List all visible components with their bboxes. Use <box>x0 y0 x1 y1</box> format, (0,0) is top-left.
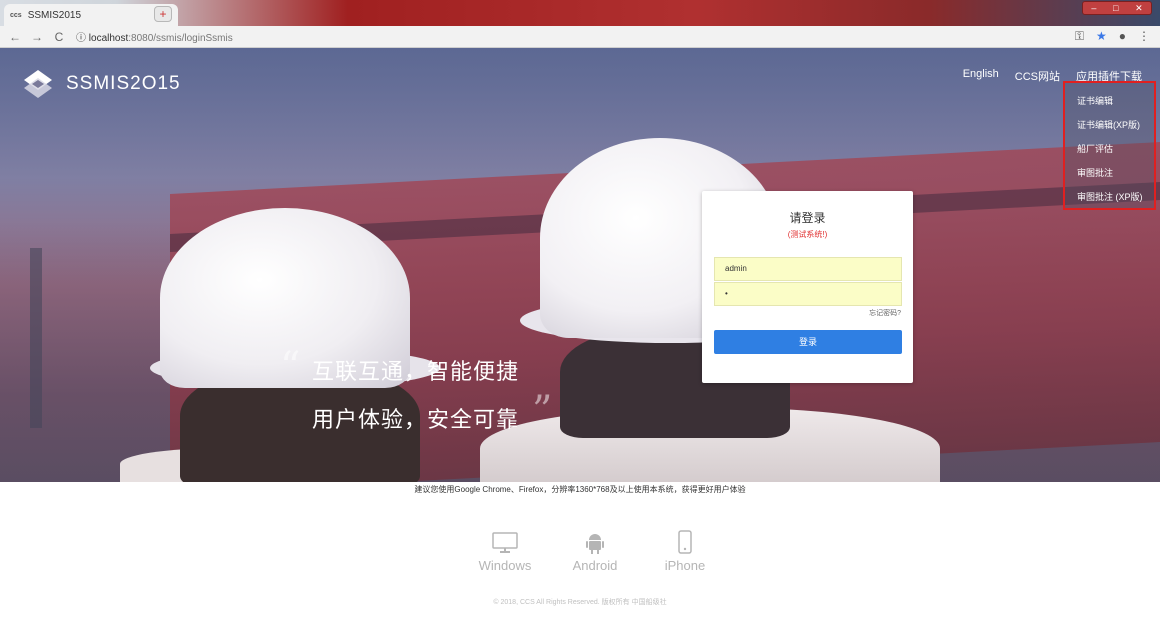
platform-label: iPhone <box>664 558 706 573</box>
logo-text: SSMIS2O15 <box>66 73 181 94</box>
phone-icon <box>640 526 730 554</box>
dropdown-item-shipyard-eval[interactable]: 船厂评估 <box>1065 139 1154 163</box>
forward-icon[interactable]: → <box>30 30 44 44</box>
login-button[interactable]: 登录 <box>714 330 902 354</box>
window-controls[interactable]: – □ ✕ <box>1082 1 1152 15</box>
url-field[interactable]: ⓘ localhost:8080/ssmis/loginSsmis <box>76 29 233 44</box>
tab-title: SSMIS2015 <box>27 9 82 21</box>
browser-tab[interactable]: ccs SSMIS2015 × <box>4 4 178 26</box>
platform-windows[interactable]: Windows <box>460 526 550 573</box>
login-title: 请登录 <box>789 211 826 225</box>
crane-illustration <box>30 248 42 428</box>
platform-label: Android <box>572 558 618 573</box>
dropdown-item-cert-edit[interactable]: 证书编辑 <box>1065 91 1154 115</box>
plugin-download-dropdown: 证书编辑 证书编辑(XP版) 船厂评估 审图批注 审图批注 (XP版) <box>1063 81 1156 210</box>
login-card: 请登录 (测试系统!) admin • 忘记密码? 登录 <box>702 191 913 383</box>
browser-advice: 建议您使用Google Chrome、Firefox，分辨率1360*768及以… <box>414 485 746 494</box>
username-field[interactable]: admin <box>714 257 902 281</box>
maximize-icon[interactable]: □ <box>1113 3 1118 13</box>
slogan-line-1: 互联互通，智能便捷 <box>312 359 520 384</box>
ssmis-logo-icon <box>20 66 56 102</box>
android-icon <box>550 526 640 554</box>
bookmark-star-icon[interactable]: ★ <box>1096 29 1107 44</box>
dropdown-item-cert-edit-xp[interactable]: 证书编辑(XP版) <box>1065 115 1154 139</box>
hero-banner: SSMIS2O15 English CCS网站 应用插件下载 “ 互联互通，智能… <box>0 48 1160 482</box>
site-logo[interactable]: SSMIS2O15 <box>20 66 181 102</box>
platform-downloads: Windows Android iPhone <box>460 526 730 573</box>
new-tab-button[interactable]: + <box>154 6 172 22</box>
footer: 建议您使用Google Chrome、Firefox，分辨率1360*768及以… <box>0 482 1160 617</box>
dropdown-item-drawing-annotate[interactable]: 审图批注 <box>1065 163 1154 187</box>
test-system-notice: (测试系统!) <box>787 230 828 239</box>
minimize-icon[interactable]: – <box>1091 3 1096 13</box>
copyright: © 2018, CCS All Rights Reserved. 版权所有 中国… <box>493 599 667 606</box>
slogan-line-2: 用户体验，安全可靠 <box>312 407 520 432</box>
back-icon[interactable]: ← <box>8 30 22 44</box>
menu-icon[interactable]: ⋮ <box>1138 29 1150 44</box>
browser-tab-bar: ccs SSMIS2015 × + – □ ✕ <box>0 0 1160 26</box>
dropdown-item-drawing-annotate-xp[interactable]: 审图批注 (XP版) <box>1065 187 1154 211</box>
reload-icon[interactable]: C <box>52 30 66 44</box>
forgot-password-link[interactable]: 忘记密码? <box>869 308 901 318</box>
key-icon[interactable]: ⚿ <box>1075 29 1084 44</box>
ccs-favicon-icon: ccs <box>10 11 22 19</box>
platform-label: Windows <box>478 558 532 573</box>
nav-ccs-site[interactable]: CCS网站 <box>1015 68 1060 84</box>
password-field[interactable]: • <box>714 282 902 306</box>
monitor-icon <box>460 526 550 554</box>
platform-android[interactable]: Android <box>550 526 640 573</box>
close-quote-icon: ” <box>532 388 553 434</box>
info-icon[interactable]: ⓘ <box>76 33 86 44</box>
window-close-icon[interactable]: ✕ <box>1135 3 1143 14</box>
profile-icon[interactable]: ● <box>1119 29 1126 44</box>
platform-iphone[interactable]: iPhone <box>640 526 730 573</box>
url-path: :8080/ssmis/loginSsmis <box>128 33 233 44</box>
open-quote-icon: “ <box>280 344 301 390</box>
nav-english[interactable]: English <box>963 68 999 84</box>
url-host: localhost <box>88 33 129 44</box>
address-bar: ← → C ⓘ localhost:8080/ssmis/loginSsmis … <box>0 26 1160 48</box>
